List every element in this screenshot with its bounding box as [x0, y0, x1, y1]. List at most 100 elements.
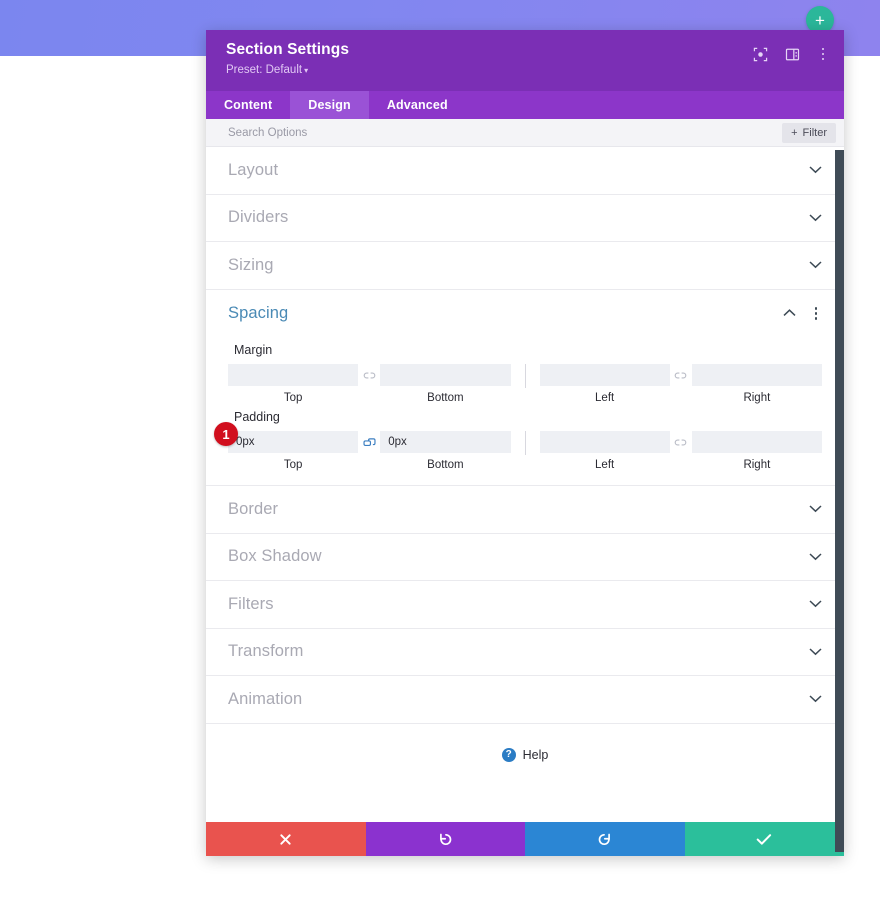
margin-bottom-label: Bottom — [427, 392, 464, 404]
padding-right-input[interactable] — [691, 431, 822, 453]
margin-horizontal-group: Left Right — [539, 364, 822, 404]
tab-advanced[interactable]: Advanced — [369, 91, 466, 119]
panel-layout-icon[interactable] — [784, 46, 800, 62]
chevron-down-icon — [809, 648, 822, 656]
section-more-options-icon[interactable] — [810, 307, 822, 320]
settings-scroll-area: Layout Dividers Sizing Spacing Margin To… — [206, 147, 844, 822]
undo-button[interactable] — [365, 822, 525, 856]
padding-right-label: Right — [743, 459, 771, 471]
vertical-divider — [524, 431, 526, 455]
filter-button[interactable]: + Filter — [782, 122, 836, 143]
section-label: Transform — [228, 642, 304, 661]
padding-left-cell: Left — [539, 431, 670, 471]
padding-top-label: Top — [283, 459, 303, 471]
margin-vertical-group: Top Bottom — [228, 364, 511, 404]
dot — [814, 312, 818, 315]
more-options-icon[interactable] — [816, 47, 830, 61]
margin-inputs-row: Top Bottom Left Right — [228, 364, 822, 404]
margin-top-input[interactable] — [228, 364, 359, 386]
section-label: Animation — [228, 689, 303, 708]
plus-icon: + — [791, 126, 798, 139]
search-input[interactable] — [228, 119, 783, 146]
section-sizing[interactable]: Sizing — [206, 242, 844, 290]
section-border[interactable]: Border — [206, 486, 844, 534]
margin-left-label: Left — [595, 392, 615, 404]
close-icon — [279, 833, 292, 846]
padding-bottom-cell: Bottom — [380, 431, 511, 471]
tab-design[interactable]: Design — [290, 91, 369, 119]
margin-top-cell: Top — [228, 364, 359, 404]
focus-icon[interactable] — [752, 46, 768, 62]
filter-label: Filter — [802, 126, 827, 139]
padding-horizontal-group: Left Right — [539, 431, 822, 471]
margin-label: Margin — [234, 343, 273, 357]
help-icon[interactable]: ? — [501, 747, 516, 762]
padding-right-cell: Right — [691, 431, 822, 471]
section-label: Sizing — [228, 255, 274, 274]
modal-footer — [206, 822, 844, 856]
redo-button[interactable] — [525, 822, 685, 856]
section-transform[interactable]: Transform — [206, 629, 844, 676]
chevron-down-icon — [809, 553, 822, 561]
section-label: Filters — [228, 594, 274, 613]
dot — [814, 307, 818, 310]
help-area: ? Help — [206, 724, 844, 786]
padding-left-input[interactable] — [539, 431, 670, 453]
check-icon — [756, 833, 772, 846]
screen: + Section Settings Preset: Default ▾ Con… — [0, 0, 880, 903]
margin-field-group: Margin Top Bottom Left Right — [206, 343, 844, 404]
margin-left-input[interactable] — [539, 364, 670, 386]
padding-vertical-group: Top Bottom — [228, 431, 511, 471]
section-label: Spacing — [228, 303, 289, 322]
section-label: Dividers — [228, 208, 289, 227]
section-layout[interactable]: Layout — [206, 147, 844, 195]
section-spacing-header[interactable]: Spacing — [206, 290, 844, 338]
chevron-down-icon — [809, 505, 822, 513]
cancel-button[interactable] — [206, 822, 366, 856]
margin-horizontal-link-icon[interactable] — [670, 364, 692, 386]
vertical-divider — [524, 364, 526, 388]
tab-bar: Content Design Advanced — [206, 91, 844, 119]
padding-label: Padding — [234, 410, 280, 424]
margin-bottom-cell: Bottom — [380, 364, 511, 404]
chevron-down-icon — [809, 166, 822, 174]
chevron-down-icon — [809, 261, 822, 269]
margin-right-label: Right — [743, 392, 771, 404]
padding-field-group: 1 Padding Top — [206, 410, 844, 471]
plus-icon: + — [815, 10, 825, 30]
padding-top-input[interactable] — [228, 431, 359, 453]
section-spacing: Spacing Margin Top Bottom Left Right 1 P… — [206, 290, 844, 486]
undo-icon — [438, 832, 453, 847]
tab-content[interactable]: Content — [206, 91, 290, 119]
preset-label: Preset: Default — [226, 64, 303, 76]
section-filters[interactable]: Filters — [206, 581, 844, 629]
margin-bottom-input[interactable] — [380, 364, 511, 386]
dot — [821, 52, 825, 56]
preset-selector[interactable]: Preset: Default ▾ — [226, 62, 828, 79]
section-box-shadow[interactable]: Box Shadow — [206, 534, 844, 581]
modal-header: Section Settings Preset: Default ▾ — [206, 30, 844, 91]
padding-horizontal-link-icon[interactable] — [670, 431, 692, 453]
save-button[interactable] — [684, 822, 844, 856]
section-dividers[interactable]: Dividers — [206, 195, 844, 242]
step-badge: 1 — [214, 422, 238, 446]
padding-bottom-label: Bottom — [427, 459, 464, 471]
section-animation[interactable]: Animation — [206, 676, 844, 724]
margin-right-input[interactable] — [691, 364, 822, 386]
padding-bottom-input[interactable] — [380, 431, 511, 453]
chevron-down-icon — [809, 695, 822, 703]
help-link[interactable]: Help — [523, 748, 549, 762]
chevron-down-icon — [809, 214, 822, 222]
margin-vertical-link-icon[interactable] — [358, 364, 380, 386]
scrollbar-thumb[interactable] — [835, 150, 844, 852]
margin-right-cell: Right — [691, 364, 822, 404]
chevron-up-icon[interactable] — [783, 309, 796, 317]
padding-top-cell: Top — [228, 431, 359, 471]
padding-inputs-row: Top Bottom — [228, 431, 822, 471]
padding-vertical-link-icon[interactable] — [358, 431, 380, 453]
padding-left-label: Left — [595, 459, 615, 471]
section-label: Border — [228, 499, 279, 518]
dot — [821, 47, 825, 51]
section-label: Layout — [228, 160, 279, 179]
section-settings-modal: Section Settings Preset: Default ▾ Conte… — [206, 30, 844, 856]
